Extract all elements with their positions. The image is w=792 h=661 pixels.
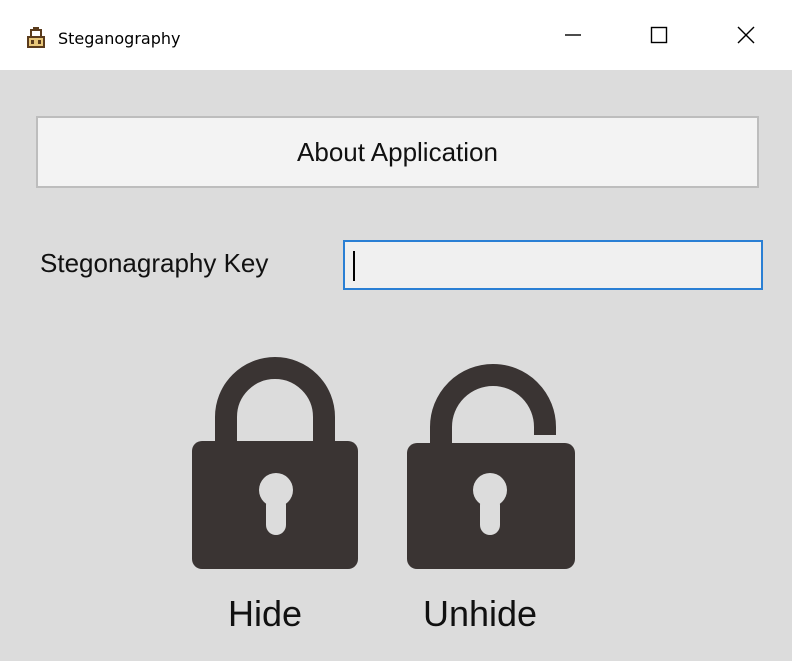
app-icon xyxy=(24,26,48,50)
unlocked-padlock-icon xyxy=(407,364,575,569)
minimize-icon xyxy=(565,34,581,36)
locked-padlock-icon xyxy=(192,357,358,569)
close-button[interactable] xyxy=(700,0,792,70)
text-caret xyxy=(353,251,355,281)
hide-button[interactable] xyxy=(190,345,360,573)
maximize-button[interactable] xyxy=(613,0,705,70)
close-icon xyxy=(737,26,755,44)
title-bar[interactable]: Steganography xyxy=(0,0,792,70)
window-title: Steganography xyxy=(58,29,181,48)
about-application-button[interactable]: About Application xyxy=(36,116,759,188)
hide-label: Hide xyxy=(228,593,303,634)
unhide-label: Unhide xyxy=(423,593,538,634)
minimize-button[interactable] xyxy=(527,0,619,70)
app-window: Steganography About Application Stegonag… xyxy=(0,0,792,661)
steganography-key-label: Stegonagraphy Key xyxy=(40,248,269,278)
steganography-key-input[interactable] xyxy=(343,240,763,290)
unhide-button[interactable] xyxy=(405,345,577,573)
maximize-icon xyxy=(650,26,668,44)
